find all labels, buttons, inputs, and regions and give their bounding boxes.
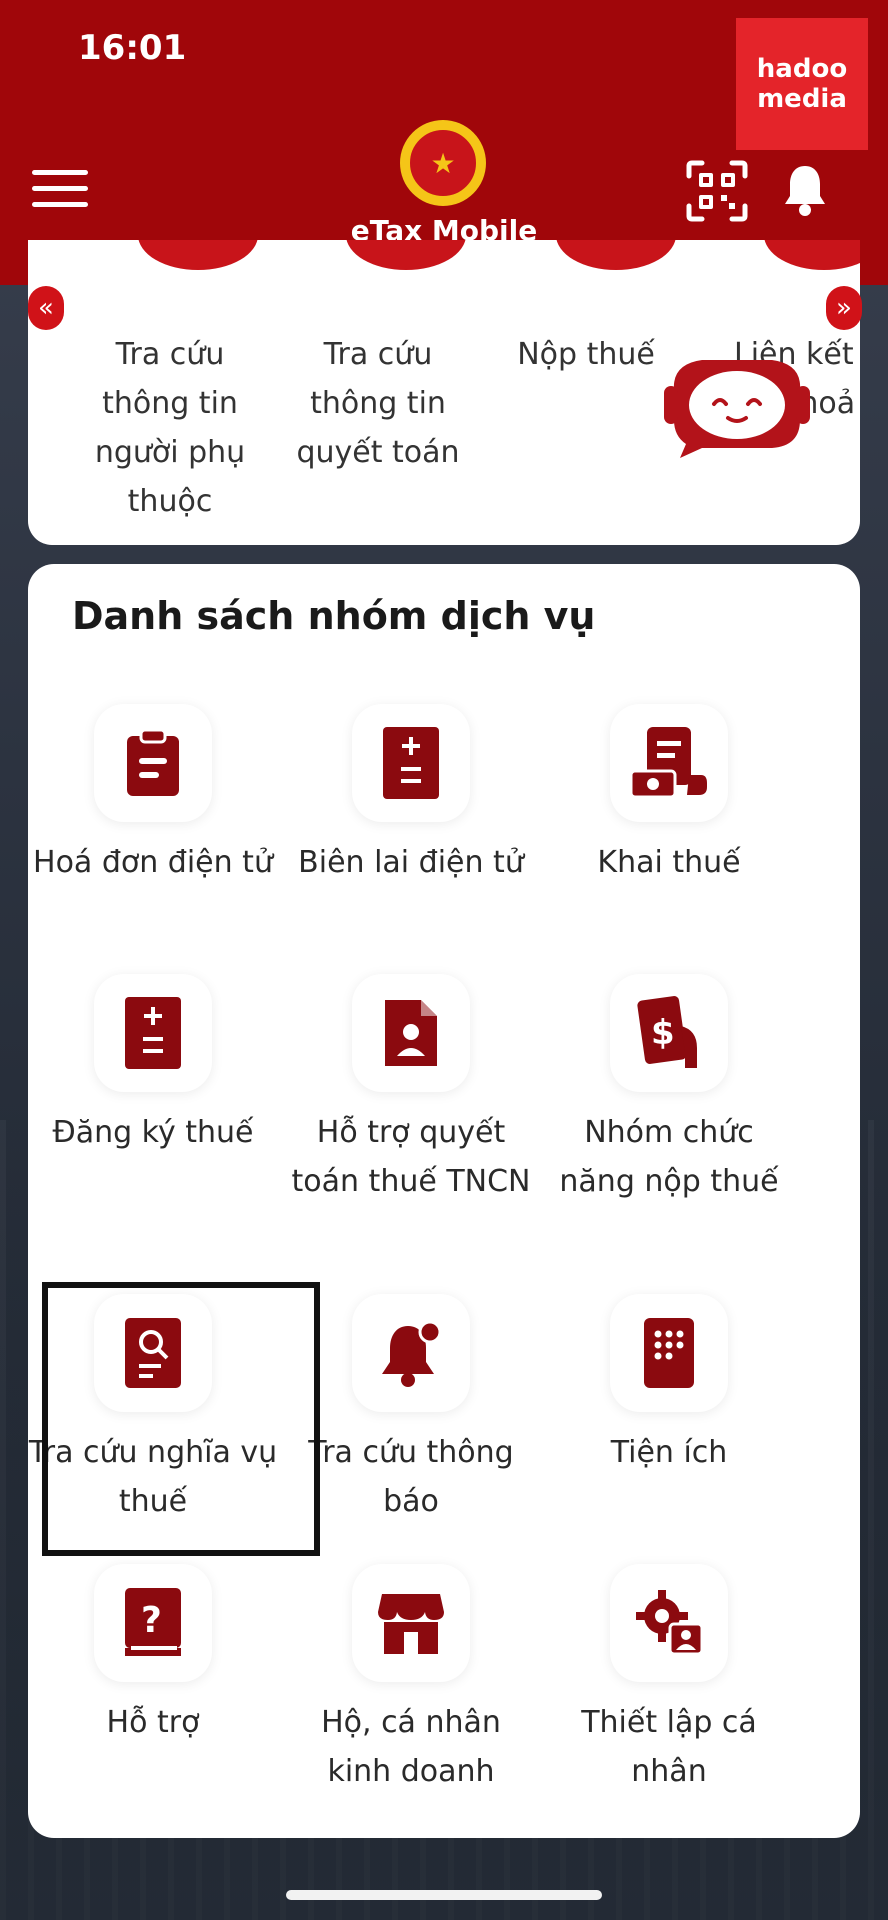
notification-bell-icon: [352, 1294, 470, 1412]
qr-scan-icon[interactable]: [686, 160, 748, 222]
star-icon: ★: [407, 127, 479, 199]
storefront-icon: [352, 1564, 470, 1682]
tax-declaration-money-icon: [610, 704, 728, 822]
personal-tax-document-icon: [352, 974, 470, 1092]
tile-label: Hỗ trợ quyết toán thuế TNCN: [291, 1115, 531, 1199]
home-indicator: [286, 1890, 602, 1900]
tile-label: Đăng ký thuế: [52, 1115, 254, 1150]
service-tile-e-receipt[interactable]: Biên lai điện tử: [286, 704, 536, 887]
tile-label: Thiết lập cá nhân: [581, 1705, 757, 1789]
tile-label: Tiện ích: [610, 1435, 728, 1470]
service-tile-utilities[interactable]: Tiện ích: [544, 1294, 794, 1477]
service-tile-personal-settings[interactable]: Thiết lập cá nhân: [544, 1564, 794, 1796]
tile-label: Hoá đơn điện tử: [33, 845, 273, 880]
service-tile-tax-payment-group[interactable]: $ Nhóm chức năng nộp thuế: [544, 974, 794, 1206]
service-tile-support[interactable]: ? Hỗ trợ: [28, 1564, 278, 1747]
carousel-next-button[interactable]: »: [826, 286, 862, 330]
tile-label: Hỗ trợ: [106, 1705, 200, 1740]
watermark-line2: media: [757, 84, 847, 114]
svg-text:?: ?: [141, 1600, 162, 1641]
service-tile-tax-registration[interactable]: Đăng ký thuế: [28, 974, 278, 1157]
shortcut-icon-bg: [138, 240, 258, 270]
service-tile-tax-declaration[interactable]: Khai thuế: [544, 704, 794, 887]
section-title: Danh sách nhóm dịch vụ: [72, 594, 596, 638]
carousel-prev-button[interactable]: «: [28, 286, 64, 330]
tile-label: Khai thuế: [597, 845, 741, 880]
tax-registration-calculator-icon: [94, 974, 212, 1092]
tile-label: Hộ, cá nhân kinh doanh: [321, 1705, 501, 1789]
shortcut-icon-bg: [764, 240, 860, 270]
tax-payment-hand-icon: $: [610, 974, 728, 1092]
service-tile-household-business[interactable]: Hộ, cá nhân kinh doanh: [286, 1564, 536, 1796]
tax-emblem-logo: ★: [400, 120, 486, 206]
highlight-selection-box: [42, 1282, 320, 1556]
notification-bell-header-icon[interactable]: [782, 162, 828, 218]
chatbot-robot-icon[interactable]: [662, 350, 812, 460]
service-tile-e-invoice[interactable]: Hoá đơn điện tử: [28, 704, 278, 887]
tile-label: Nhóm chức năng nộp thuế: [559, 1115, 779, 1199]
watermark-line1: hadoo: [756, 54, 848, 84]
utilities-keypad-icon: [610, 1294, 728, 1412]
service-tile-notification-lookup[interactable]: Tra cứu thông báo: [286, 1294, 536, 1526]
svg-text:$: $: [651, 1013, 675, 1053]
receipt-calculator-icon: [352, 704, 470, 822]
tile-label: Tra cứu thông báo: [308, 1435, 514, 1519]
service-tile-pit-settlement[interactable]: Hỗ trợ quyết toán thuế TNCN: [286, 974, 536, 1206]
service-groups-card: Danh sách nhóm dịch vụ Hoá đơn điện tử B…: [28, 564, 860, 1838]
shortcut-settlement-lookup[interactable]: Tra cứu thông tin quyết toán: [278, 330, 478, 477]
tile-label: Biên lai điện tử: [298, 845, 524, 880]
personal-settings-gear-icon: [610, 1564, 728, 1682]
shortcut-dependents-lookup[interactable]: Tra cứu thông tin người phụ thuộc: [70, 330, 270, 526]
shortcut-pay-tax[interactable]: Nộp thuế: [486, 330, 686, 379]
watermark-logo: hadoo media: [736, 18, 868, 150]
shortcut-icon-bg: [556, 240, 676, 270]
status-time: 16:01: [78, 28, 187, 68]
hamburger-menu-icon[interactable]: [32, 170, 88, 218]
shortcut-icon-bg: [346, 240, 466, 270]
invoice-clipboard-icon: [94, 704, 212, 822]
help-book-icon: ?: [94, 1564, 212, 1682]
